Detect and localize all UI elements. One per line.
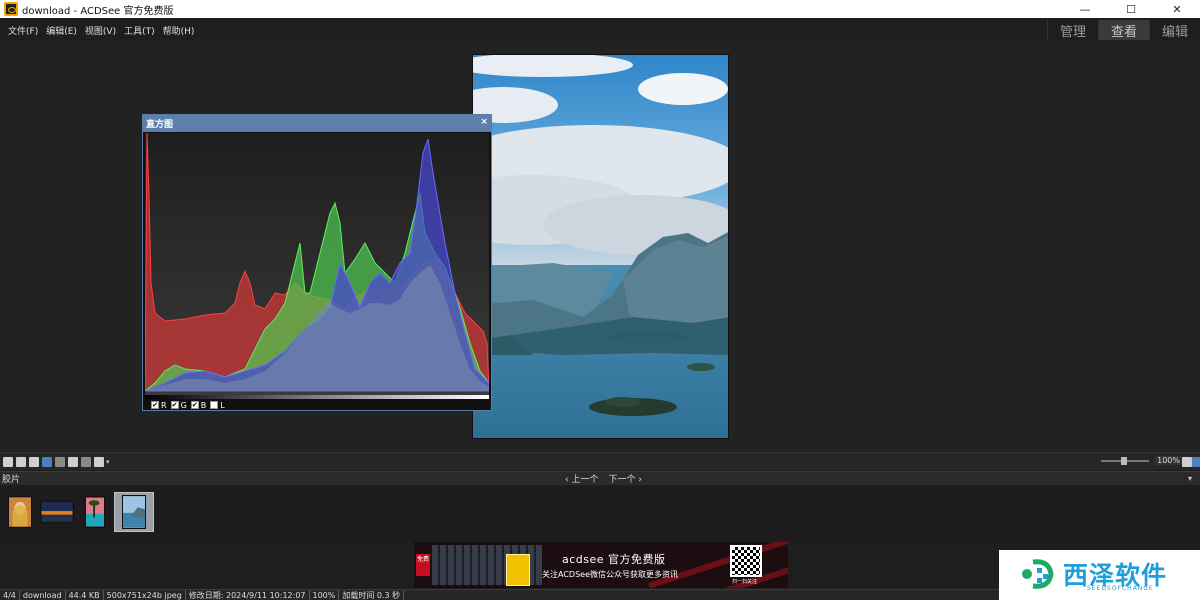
thumbnail-sunset[interactable] <box>37 492 77 532</box>
ad-banner[interactable]: 免费 acdsee 官方免费版 关注ACDSee微信公众号获取更多资讯 扫一扫关… <box>414 542 788 588</box>
mode-tabs: 管理 查看 编辑 <box>1047 20 1200 40</box>
histogram-title: 直方图 <box>146 120 174 130</box>
banner-stripe <box>647 542 788 588</box>
tab-view[interactable]: 查看 <box>1098 20 1149 40</box>
zoom-control: 100% <box>1101 456 1182 465</box>
channel-b-toggle[interactable]: ✔ B <box>190 401 206 410</box>
menu-tools[interactable]: 工具(T) <box>120 24 159 37</box>
thumbnail-portrait[interactable] <box>0 492 40 532</box>
channel-l-toggle[interactable]: L <box>210 401 225 410</box>
status-position: 4/4 <box>0 589 20 600</box>
histogram-panel[interactable]: 直方图 × ✔ R ✔ G ✔ B L <box>142 114 492 411</box>
banner-subtitle: 关注ACDSee微信公众号获取更多资讯 <box>542 570 678 579</box>
close-button[interactable]: ✕ <box>1154 0 1200 18</box>
displayed-photo[interactable] <box>472 54 729 439</box>
tool-dropdown-icon[interactable]: ▾ <box>106 458 110 466</box>
window-controls: — ☐ ✕ <box>1062 0 1200 18</box>
copy-icon[interactable] <box>16 456 26 467</box>
watermark-subtext: SEEDSOFCHANGE <box>1087 585 1154 592</box>
portrait-thumbnail <box>8 496 32 528</box>
zoom-tool-icon[interactable] <box>68 456 78 467</box>
menu-edit[interactable]: 编辑(E) <box>42 24 81 37</box>
product-box-icon <box>506 554 530 586</box>
filmstrip-nav: ‹ 上一个 下一个 › <box>565 472 642 485</box>
scan-caption: 扫一扫关注 <box>732 579 758 585</box>
minimize-button[interactable]: — <box>1062 0 1108 18</box>
prev-button[interactable]: ‹ 上一个 <box>565 472 598 485</box>
next-button[interactable]: 下一个 › <box>608 472 641 485</box>
channel-toggles: ✔ R ✔ G ✔ B L <box>151 400 229 410</box>
acdsee-app-icon <box>4 2 18 16</box>
export-icon[interactable] <box>29 456 39 467</box>
channel-g-toggle[interactable]: ✔ G <box>170 401 187 410</box>
fullscreen-icon[interactable] <box>81 456 91 467</box>
maximize-button[interactable]: ☐ <box>1108 0 1154 18</box>
window-title: download - ACDSee 官方免费版 <box>22 5 174 17</box>
image-viewer[interactable]: 直方图 × ✔ R ✔ G ✔ B L <box>0 41 1200 451</box>
title-bar: download - ACDSee 官方免费版 — ☐ ✕ <box>0 0 1200 18</box>
channel-r-toggle[interactable]: ✔ R <box>151 401 167 410</box>
zoom-slider[interactable] <box>1101 456 1150 465</box>
checkbox-b-icon[interactable]: ✔ <box>190 401 199 409</box>
histogram-close-icon[interactable]: × <box>480 117 488 127</box>
checkbox-g-icon[interactable]: ✔ <box>170 401 179 409</box>
menu-bar: 文件(F) 编辑(E) 视图(V) 工具(T) 帮助(H) <box>0 20 1200 40</box>
menu-file[interactable]: 文件(F) <box>0 24 42 37</box>
status-dimensions: 500x751x24b jpeg <box>104 589 186 600</box>
status-modified-date: 修改日期: 2024/9/11 10:12:07 <box>186 589 310 600</box>
actual-size-icon[interactable] <box>1192 457 1200 467</box>
zoom-value[interactable]: 100% <box>1155 456 1182 465</box>
histogram-title-bar[interactable]: 直方图 × <box>143 115 491 132</box>
tab-edit[interactable]: 编辑 <box>1149 20 1200 40</box>
status-load-time: 加载时间 0.3 秒 <box>339 589 405 600</box>
qr-code <box>730 545 762 577</box>
thumbnail-beach[interactable] <box>75 492 115 532</box>
free-tag: 免费 <box>416 554 430 576</box>
lake-landscape-image <box>473 55 728 438</box>
status-zoom: 100% <box>310 589 340 600</box>
hand-tool-icon[interactable] <box>42 456 52 467</box>
collapse-filmstrip-icon[interactable]: ▾ <box>1188 474 1192 483</box>
status-filesize: 44.4 KB <box>66 589 104 600</box>
watermark-logo-icon <box>1022 559 1054 589</box>
filmstrip <box>0 486 1200 541</box>
menu-view[interactable]: 视图(V) <box>81 24 120 37</box>
status-filename: download <box>20 589 66 600</box>
site-watermark: 西泽软件 SEEDSOFCHANGE <box>999 550 1200 600</box>
menu-help[interactable]: 帮助(H) <box>159 24 199 37</box>
status-bar: 4/4 download 44.4 KB 500x751x24b jpeg 修改… <box>0 589 999 600</box>
checkbox-r-icon[interactable]: ✔ <box>151 401 159 409</box>
banner-brand: acdsee 官方免费版 <box>562 553 666 566</box>
filmstrip-header: 胶片 ‹ 上一个 下一个 › ▾ <box>0 471 1200 485</box>
tab-manage[interactable]: 管理 <box>1047 20 1098 40</box>
thumbnail-lake[interactable] <box>114 492 154 532</box>
fit-view-icon[interactable] <box>1182 457 1192 467</box>
lake-mountain-thumbnail <box>122 495 146 529</box>
filmstrip-label: 胶片 <box>2 475 21 485</box>
view-toolbar: ▾ 100% <box>0 452 1200 470</box>
tonal-gradient-bar <box>145 395 489 399</box>
histogram-plot <box>145 133 489 395</box>
tropical-beach-thumbnail <box>85 496 105 528</box>
sunset-landscape-thumbnail <box>40 501 74 523</box>
save-icon[interactable] <box>3 456 13 467</box>
checkbox-l-icon[interactable] <box>210 401 219 409</box>
select-tool-icon[interactable] <box>55 456 65 467</box>
rotate-icon[interactable] <box>94 456 104 467</box>
